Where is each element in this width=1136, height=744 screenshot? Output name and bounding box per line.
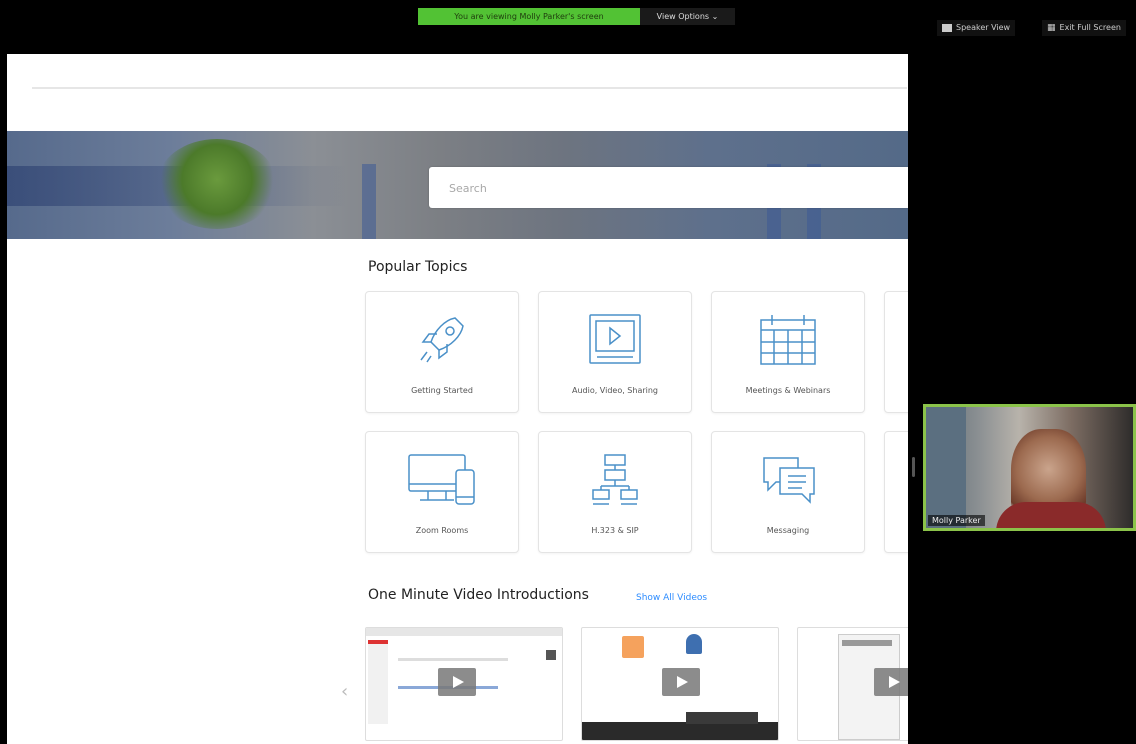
topic-label: Zoom Rooms bbox=[415, 526, 469, 535]
chevron-down-icon: ⌄ bbox=[711, 12, 719, 21]
chevron-left-icon[interactable]: ‹ bbox=[341, 681, 348, 702]
topic-label: Meetings & Webinars bbox=[745, 386, 831, 395]
video-thumbnail-mock-ui bbox=[398, 658, 508, 661]
video-player-icon bbox=[589, 314, 641, 364]
topic-label: Messaging bbox=[766, 526, 810, 535]
play-icon[interactable] bbox=[874, 668, 908, 696]
zoom-top-bar: You are viewing Molly Parker's screen Vi… bbox=[0, 0, 1136, 54]
search-box[interactable] bbox=[429, 167, 908, 210]
topic-tile-partial[interactable] bbox=[884, 431, 908, 553]
rocket-icon bbox=[420, 317, 464, 363]
participant-name-label: Molly Parker bbox=[928, 515, 985, 526]
hero-chair-shape bbox=[362, 164, 376, 239]
exit-full-screen-button[interactable]: ▦ Exit Full Screen bbox=[1042, 20, 1126, 36]
calendar-icon bbox=[760, 315, 816, 365]
shared-screen: Popular Topics Getting Started Audio, Vi… bbox=[7, 54, 908, 744]
participant-cubicle-background bbox=[926, 407, 966, 528]
video-card[interactable] bbox=[365, 627, 563, 741]
header-divider bbox=[32, 87, 907, 89]
popular-topics-heading: Popular Topics bbox=[368, 259, 468, 275]
exit-full-screen-icon: ▦ bbox=[1047, 23, 1056, 33]
devices-icon bbox=[408, 454, 475, 505]
participant-video-tile[interactable]: Molly Parker bbox=[923, 404, 1136, 531]
topic-label: H.323 & SIP bbox=[591, 526, 639, 535]
view-options-button[interactable]: View Options ⌄ bbox=[640, 8, 735, 25]
play-icon[interactable] bbox=[438, 668, 476, 696]
video-thumbnail-mock-ui bbox=[546, 650, 556, 660]
video-card[interactable] bbox=[797, 627, 908, 741]
video-card[interactable] bbox=[581, 627, 779, 741]
speaker-view-label: Speaker View bbox=[956, 23, 1011, 32]
video-thumbnail-mock-ui bbox=[686, 712, 758, 724]
video-thumbnail-mock-ui bbox=[842, 640, 892, 646]
show-all-videos-link[interactable]: Show All Videos bbox=[636, 593, 707, 603]
chat-bubbles-icon bbox=[763, 457, 815, 504]
exit-full-screen-label: Exit Full Screen bbox=[1059, 23, 1121, 32]
topic-label: Getting Started bbox=[411, 386, 473, 395]
screen-share-banner: You are viewing Molly Parker's screen bbox=[418, 8, 640, 25]
video-intro-heading: One Minute Video Introductions bbox=[368, 587, 589, 603]
play-icon[interactable] bbox=[662, 668, 700, 696]
topic-tile-audio-video-sharing[interactable]: Audio, Video, Sharing bbox=[538, 291, 692, 413]
topic-tile-zoom-rooms[interactable]: Zoom Rooms bbox=[365, 431, 519, 553]
topic-label: Audio, Video, Sharing bbox=[571, 386, 659, 395]
video-thumbnail-mock-ui bbox=[368, 640, 388, 724]
speaker-view-button[interactable]: Speaker View bbox=[937, 20, 1016, 36]
topic-tile-getting-started[interactable]: Getting Started bbox=[365, 291, 519, 413]
view-options-label: View Options bbox=[656, 12, 710, 21]
video-thumbnail-mock-ui bbox=[366, 628, 562, 636]
panel-resize-handle[interactable] bbox=[912, 457, 915, 477]
video-thumbnail-mock-ui bbox=[686, 634, 702, 654]
hero-plant-image bbox=[157, 139, 277, 229]
topic-tile-h323-sip[interactable]: H.323 & SIP bbox=[538, 431, 692, 553]
speaker-view-icon bbox=[942, 24, 952, 32]
search-input[interactable] bbox=[447, 167, 871, 210]
topic-tile-meetings-webinars[interactable]: Meetings & Webinars bbox=[711, 291, 865, 413]
network-icon bbox=[592, 454, 638, 505]
video-thumbnail-mock-ui bbox=[622, 636, 644, 658]
topic-tile-partial[interactable] bbox=[884, 291, 908, 413]
participant-shirt bbox=[996, 502, 1106, 528]
topic-tile-messaging[interactable]: Messaging bbox=[711, 431, 865, 553]
video-thumbnail-mock-ui bbox=[582, 722, 778, 740]
